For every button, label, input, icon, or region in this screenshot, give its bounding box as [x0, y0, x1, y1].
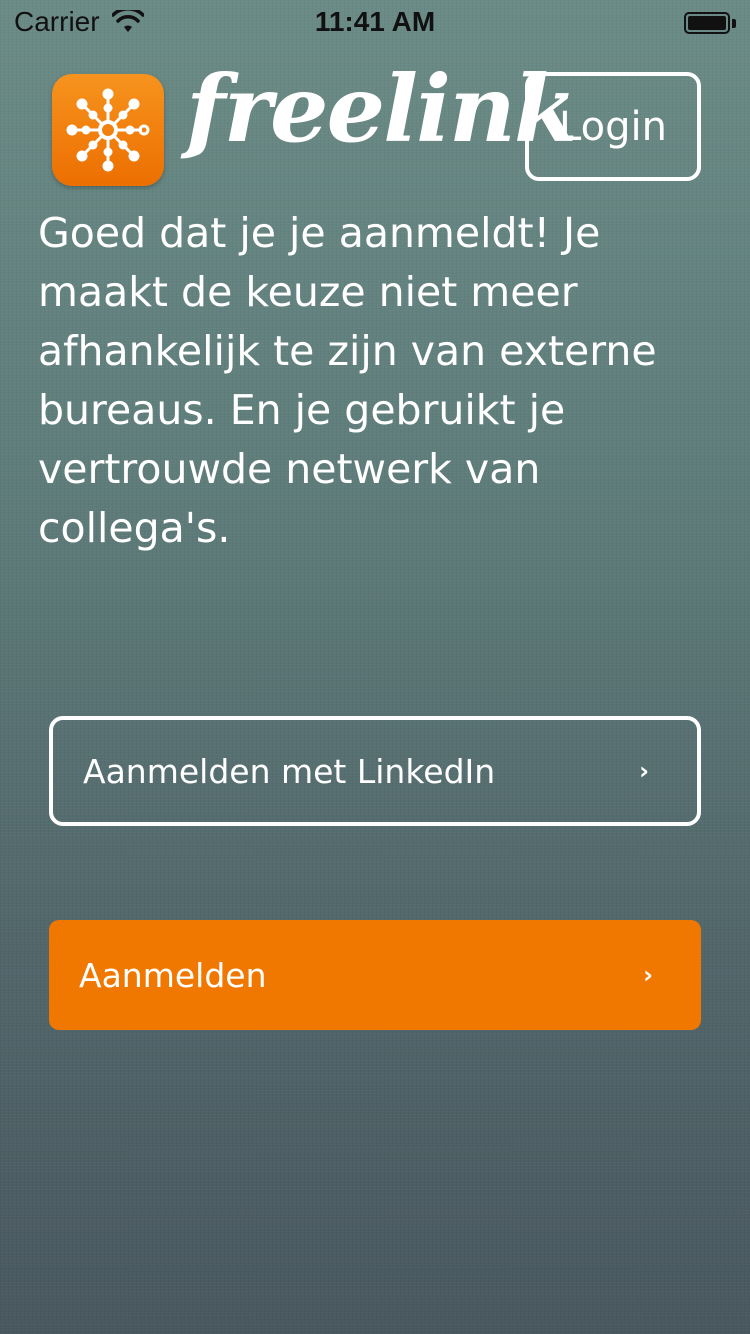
- battery-fill: [688, 16, 726, 30]
- network-icon: [66, 88, 150, 172]
- freelink-wordmark: freelink: [186, 55, 578, 163]
- login-button[interactable]: Login: [525, 72, 701, 181]
- register-button[interactable]: Aanmelden ›: [49, 920, 701, 1030]
- chevron-right-icon: ›: [643, 961, 653, 989]
- chevron-right-icon: ›: [639, 757, 649, 785]
- linkedin-signup-button[interactable]: Aanmelden met LinkedIn ›: [49, 716, 701, 826]
- status-bar: Carrier 11:41 AM: [0, 0, 750, 40]
- intro-text: Goed dat je je aanmeldt! Je maakt de keu…: [38, 209, 657, 552]
- status-time: 11:41 AM: [314, 6, 436, 37]
- register-label: Aanmelden: [79, 955, 267, 995]
- freelink-logo-icon: [52, 74, 164, 186]
- linkedin-signup-label: Aanmelden met LinkedIn: [83, 751, 496, 791]
- battery-icon: [684, 12, 736, 36]
